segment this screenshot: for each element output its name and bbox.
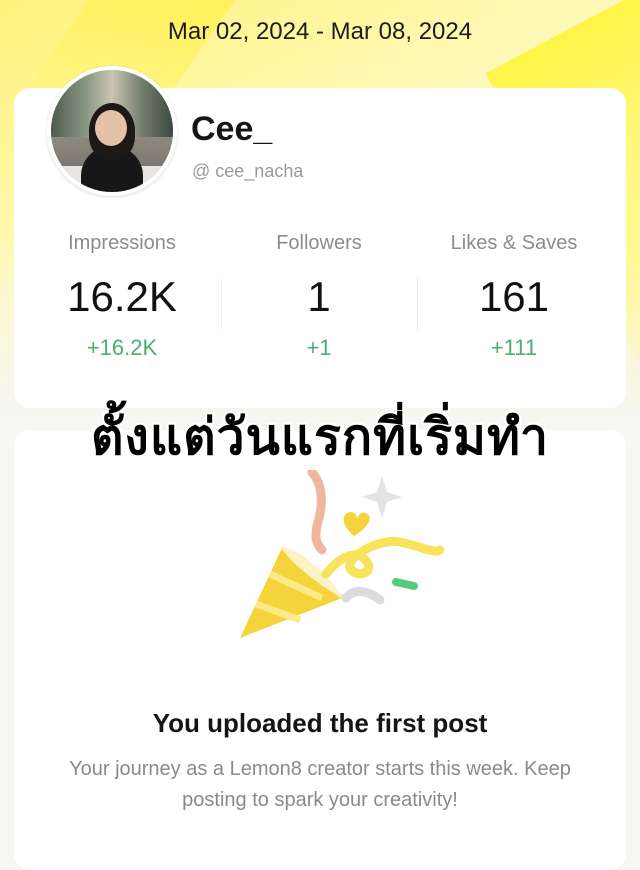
stat-likes-saves: Likes & Saves 161 +111 bbox=[412, 232, 616, 361]
stat-value: 16.2K bbox=[67, 273, 177, 320]
stat-value: 161 bbox=[478, 273, 550, 320]
party-popper-icon bbox=[240, 470, 445, 638]
profile-handle: @ cee_nacha bbox=[192, 161, 304, 181]
milestone-title: You uploaded the first post bbox=[152, 708, 488, 738]
stat-delta: +1 bbox=[306, 335, 332, 360]
overlay-caption: ตั้งแต่วันแรกที่เริ่มทำ bbox=[90, 408, 550, 466]
stat-value: 1 bbox=[307, 273, 331, 320]
profile-name: Cee_ bbox=[191, 110, 273, 148]
avatar[interactable] bbox=[47, 66, 177, 196]
stat-label: Impressions bbox=[68, 232, 176, 254]
stat-label: Followers bbox=[276, 232, 362, 254]
stat-impressions: Impressions 16.2K +16.2K bbox=[20, 232, 224, 361]
stat-label: Likes & Saves bbox=[450, 232, 578, 254]
date-range: Mar 02, 2024 - Mar 08, 2024 bbox=[167, 18, 473, 45]
stat-delta: +16.2K bbox=[86, 335, 158, 360]
stat-followers: Followers 1 +1 bbox=[217, 232, 421, 361]
stat-delta: +111 bbox=[490, 335, 538, 360]
milestone-description: Your journey as a Lemon8 creator starts … bbox=[69, 758, 571, 811]
